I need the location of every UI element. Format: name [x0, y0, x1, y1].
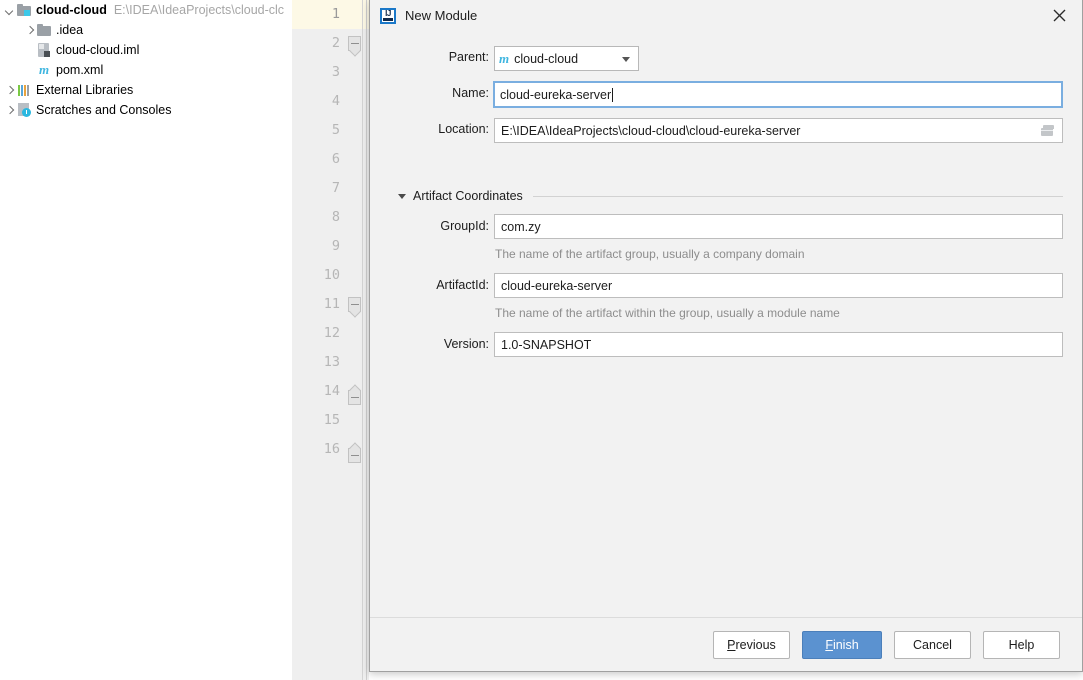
- dialog-button-bar: Previous Finish Cancel Help: [370, 617, 1082, 671]
- artifactid-hint: The name of the artifact within the grou…: [495, 306, 840, 320]
- line-number: 2: [300, 29, 340, 58]
- artifactid-input[interactable]: cloud-eureka-server: [494, 273, 1063, 298]
- dialog-body: Parent: m cloud-cloud Name: cloud-eureka…: [370, 31, 1082, 619]
- tree-item-label: cloud-cloud.iml: [56, 43, 139, 57]
- tree-twisty-expanded[interactable]: [3, 4, 16, 17]
- line-number-column: 12345678910111213141516: [292, 0, 348, 680]
- line-number: 4: [300, 87, 340, 116]
- line-number: 13: [300, 348, 340, 377]
- gutter-separator-2: [366, 0, 367, 680]
- tree-twisty-spacer: [23, 64, 36, 77]
- tree-twisty-collapsed[interactable]: [23, 24, 36, 37]
- fold-marker-line14[interactable]: [348, 390, 362, 405]
- tree-twisty-spacer: [23, 44, 36, 57]
- name-input-value: cloud-eureka-server: [500, 88, 611, 102]
- version-input-value: 1.0-SNAPSHOT: [501, 338, 591, 352]
- groupid-hint: The name of the artifact group, usually …: [495, 247, 805, 261]
- version-input[interactable]: 1.0-SNAPSHOT: [494, 332, 1063, 357]
- module-icon: [16, 2, 32, 18]
- cancel-button[interactable]: Cancel: [894, 631, 971, 659]
- tree-twisty-collapsed[interactable]: [3, 84, 16, 97]
- version-label: Version:: [444, 337, 489, 351]
- parent-value: cloud-cloud: [514, 52, 578, 66]
- fold-marker-line16[interactable]: [348, 448, 362, 463]
- folder-browse-icon[interactable]: [1041, 125, 1055, 137]
- location-input[interactable]: E:\IDEA\IdeaProjects\cloud-cloud\cloud-e…: [494, 118, 1063, 143]
- tree-item-scratches-and-consoles[interactable]: Scratches and Consoles: [0, 100, 292, 120]
- chevron-down-icon: [622, 57, 630, 62]
- section-rule: [533, 196, 1063, 197]
- line-number: 12: [300, 319, 340, 348]
- artifact-coordinates-title: Artifact Coordinates: [413, 189, 523, 203]
- artifactid-label: ArtifactId:: [436, 278, 489, 292]
- tree-twisty-collapsed[interactable]: [3, 104, 16, 117]
- parent-combobox[interactable]: m cloud-cloud: [494, 46, 639, 71]
- dialog-titlebar: IJ New Module: [370, 0, 1082, 31]
- tree-item-cloud-cloud-iml[interactable]: cloud-cloud.iml: [0, 40, 292, 60]
- tree-item-external-libraries[interactable]: External Libraries: [0, 80, 292, 100]
- line-number: 5: [300, 116, 340, 145]
- line-number: 16: [300, 435, 340, 464]
- iml-file-icon: [36, 42, 52, 58]
- line-number: 8: [300, 203, 340, 232]
- scratches-icon: [16, 102, 32, 118]
- gutter-separator: [362, 0, 363, 680]
- editor-gutter: 12345678910111213141516: [292, 0, 370, 680]
- tree-item-cloud-cloud[interactable]: cloud-cloud E:\IDEA\IdeaProjects\cloud-cl…: [0, 0, 292, 20]
- tree-item-label: .idea: [56, 23, 83, 37]
- folder-icon: [36, 22, 52, 38]
- maven-icon: m: [499, 51, 509, 67]
- fold-marker-line11[interactable]: [348, 297, 362, 312]
- close-icon[interactable]: [1037, 0, 1082, 31]
- finish-button[interactable]: Finish: [802, 631, 882, 659]
- tree-item-label: External Libraries: [36, 83, 133, 97]
- tree-item--idea[interactable]: .idea: [0, 20, 292, 40]
- version-label-wrap: Version:: [389, 337, 489, 351]
- line-number: 15: [300, 406, 340, 435]
- line-number: 6: [300, 145, 340, 174]
- groupid-input[interactable]: com.zy: [494, 214, 1063, 239]
- dialog-title: New Module: [405, 8, 477, 23]
- fold-marker-line2[interactable]: [348, 36, 362, 51]
- help-button[interactable]: Help: [983, 631, 1060, 659]
- maven-icon: m: [36, 62, 52, 78]
- location-label: Location:: [438, 122, 489, 136]
- parent-label-wrap: Parent:: [389, 50, 489, 64]
- line-number: 3: [300, 58, 340, 87]
- line-number: 11: [300, 290, 340, 319]
- line-number: 1: [300, 0, 340, 29]
- new-module-dialog: IJ New Module Parent: m cloud-cloud: [369, 0, 1083, 672]
- line-number: 9: [300, 232, 340, 261]
- groupid-input-value: com.zy: [501, 220, 541, 234]
- tree-item-path: E:\IDEA\IdeaProjects\cloud-clc: [114, 3, 284, 17]
- parent-label: Parent:: [449, 50, 489, 64]
- previous-button[interactable]: Previous: [713, 631, 790, 659]
- groupid-label: GroupId:: [440, 219, 489, 233]
- line-number: 14: [300, 377, 340, 406]
- groupid-label-wrap: GroupId:: [389, 219, 489, 233]
- location-input-value: E:\IDEA\IdeaProjects\cloud-cloud\cloud-e…: [501, 124, 800, 138]
- line-number: 7: [300, 174, 340, 203]
- artifactid-label-wrap: ArtifactId:: [389, 278, 489, 292]
- libraries-icon: [16, 82, 32, 98]
- intellij-idea-icon: IJ: [380, 8, 396, 24]
- tree-item-label: pom.xml: [56, 63, 103, 77]
- tree-item-pom-xml[interactable]: m pom.xml: [0, 60, 292, 80]
- name-input[interactable]: cloud-eureka-server: [493, 81, 1063, 108]
- line-number: 10: [300, 261, 340, 290]
- tree-item-label: Scratches and Consoles: [36, 103, 172, 117]
- tree-item-label: cloud-cloud: [36, 3, 107, 17]
- location-label-wrap: Location:: [389, 122, 489, 136]
- artifactid-input-value: cloud-eureka-server: [501, 279, 612, 293]
- triangle-down-icon: [398, 194, 406, 199]
- project-tree-panel[interactable]: cloud-cloud E:\IDEA\IdeaProjects\cloud-cl…: [0, 0, 292, 680]
- artifact-coordinates-section-header[interactable]: Artifact Coordinates: [398, 186, 1063, 206]
- name-label: Name:: [452, 86, 489, 100]
- text-caret: [612, 88, 613, 102]
- name-label-wrap: Name:: [389, 86, 489, 100]
